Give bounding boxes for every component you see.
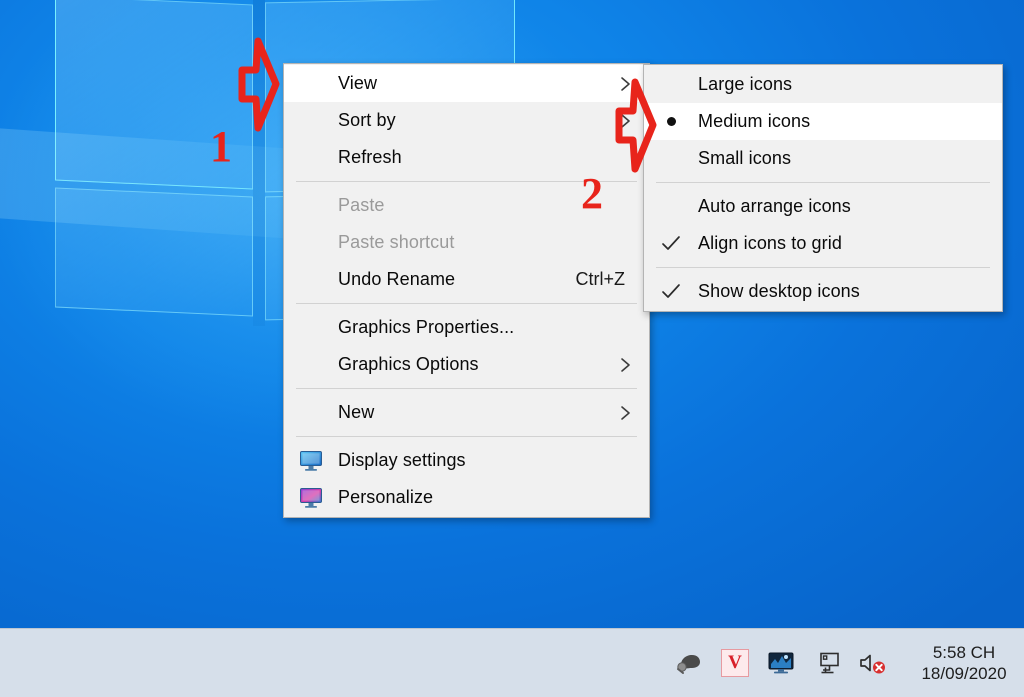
menu-separator	[296, 181, 637, 182]
chevron-right-icon	[617, 76, 635, 92]
menu-item-label: New	[338, 402, 375, 422]
clock-time: 5:58 CH	[932, 642, 996, 662]
menu-item-label: Refresh	[338, 147, 402, 167]
menu-item-gutter	[284, 224, 338, 261]
menu-item-label: Show desktop icons	[698, 281, 860, 301]
chevron-right-icon	[617, 405, 635, 421]
menu-item-display-settings[interactable]: Display settings	[284, 442, 649, 479]
menu-item-label: Undo Rename	[338, 269, 456, 289]
logo-pane-top-left	[55, 0, 253, 190]
volume-muted-icon[interactable]	[858, 648, 888, 678]
taskbar[interactable]: V 5:58 CH 18/09/2020	[0, 628, 1024, 697]
menu-item-gutter	[284, 187, 338, 224]
menu-item-label: View	[338, 73, 378, 93]
view-submenu[interactable]: Large icons Medium icons Small icons Auto a…	[643, 64, 1003, 312]
menu-separator	[296, 303, 637, 304]
menu-item-paste-shortcut: Paste shortcut	[284, 224, 649, 261]
menu-item-label: Large icons	[698, 74, 793, 94]
menu-item-label: Small icons	[698, 148, 792, 168]
menu-item-label: Personalize	[338, 487, 434, 507]
logo-pane-bottom-left	[55, 187, 253, 317]
menu-item-gutter	[644, 188, 698, 225]
menu-item-shortcut: Ctrl+Z	[575, 269, 626, 289]
menu-item-new[interactable]: New	[284, 394, 649, 431]
unikey-v-icon[interactable]: V	[720, 648, 750, 678]
menu-item-personalize[interactable]: Personalize	[284, 479, 649, 516]
menu-item-label: Graphics Properties...	[338, 317, 515, 337]
menu-item-label: Paste	[338, 195, 385, 215]
menu-item-auto-arrange-icons[interactable]: Auto arrange icons	[644, 188, 1002, 225]
check-icon	[644, 225, 698, 262]
menu-item-gutter	[284, 309, 338, 346]
menu-item-undo-rename[interactable]: Undo Rename Ctrl+Z	[284, 261, 649, 298]
chevron-right-icon	[617, 357, 635, 373]
monitor-icon	[284, 442, 338, 479]
logo-center-gap	[253, 0, 265, 326]
menu-item-gutter	[644, 66, 698, 103]
menu-separator	[296, 436, 637, 437]
menu-item-label: Sort by	[338, 110, 396, 130]
menu-item-label: Align icons to grid	[698, 233, 842, 253]
desktop-context-menu[interactable]: View Sort by Refresh Paste Paste shortcut Und…	[283, 63, 650, 518]
menu-item-gutter	[284, 102, 338, 139]
menu-separator	[296, 388, 637, 389]
menu-item-gutter	[644, 140, 698, 177]
menu-item-small-icons[interactable]: Small icons	[644, 140, 1002, 177]
menu-item-gutter	[284, 346, 338, 383]
clock-date: 18/09/2020	[921, 664, 1007, 683]
menu-item-gutter	[284, 139, 338, 176]
menu-item-graphics-properties[interactable]: Graphics Properties...	[284, 309, 649, 346]
chevron-right-icon	[617, 113, 635, 129]
menu-item-label: Graphics Options	[338, 354, 479, 374]
taskbar-clock[interactable]: 5:58 CH 18/09/2020	[902, 642, 1024, 685]
check-icon	[644, 273, 698, 310]
menu-item-sort-by[interactable]: Sort by	[284, 102, 649, 139]
menu-item-view[interactable]: View	[284, 65, 649, 102]
monitor-paint-icon	[284, 479, 338, 516]
menu-item-graphics-options[interactable]: Graphics Options	[284, 346, 649, 383]
menu-item-medium-icons[interactable]: Medium icons	[644, 103, 1002, 140]
menu-item-gutter	[284, 261, 338, 298]
menu-item-large-icons[interactable]: Large icons	[644, 66, 1002, 103]
monitor-icon[interactable]	[766, 648, 796, 678]
speaker-horn-icon[interactable]	[674, 648, 704, 678]
menu-item-show-desktop-icons[interactable]: Show desktop icons	[644, 273, 1002, 310]
menu-item-label: Medium icons	[698, 111, 811, 131]
unikey-v-label: V	[721, 649, 749, 677]
network-monitor-icon[interactable]	[812, 648, 842, 678]
menu-item-label: Paste shortcut	[338, 232, 455, 252]
menu-item-refresh[interactable]: Refresh	[284, 139, 649, 176]
menu-item-gutter	[284, 65, 338, 102]
menu-item-label: Auto arrange icons	[698, 196, 851, 216]
menu-item-align-icons-to-grid[interactable]: Align icons to grid	[644, 225, 1002, 262]
menu-separator	[656, 267, 990, 268]
system-tray[interactable]: V	[674, 648, 902, 678]
desktop-screen: View Sort by Refresh Paste Paste shortcut Und…	[0, 0, 1024, 697]
menu-item-label: Display settings	[338, 450, 466, 470]
menu-separator	[656, 182, 990, 183]
menu-item-gutter	[284, 394, 338, 431]
radio-selected-icon	[644, 103, 698, 140]
menu-item-paste: Paste	[284, 187, 649, 224]
